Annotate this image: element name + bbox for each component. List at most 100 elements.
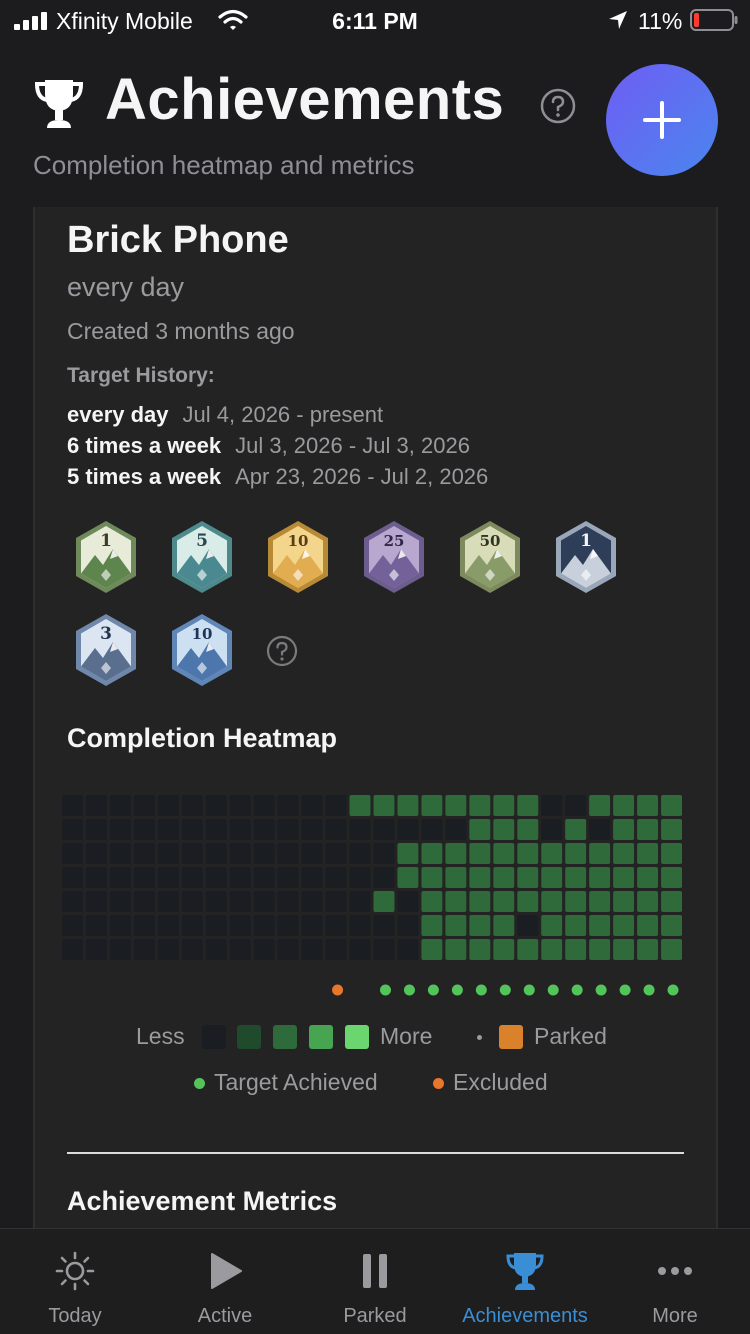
tab-today[interactable]: Today [0, 1229, 150, 1334]
heatmap-cell[interactable] [133, 795, 155, 816]
heatmap-cell[interactable] [517, 867, 539, 888]
heatmap-cell[interactable] [325, 843, 347, 864]
heatmap-cell[interactable] [109, 891, 131, 912]
heatmap-cell[interactable] [349, 939, 371, 960]
heatmap-cell[interactable] [661, 795, 682, 816]
heatmap-cell[interactable] [445, 891, 467, 912]
heatmap-cell[interactable] [373, 843, 395, 864]
heatmap-cell[interactable] [421, 915, 443, 936]
heatmap-cell[interactable] [229, 891, 251, 912]
heatmap-cell[interactable] [469, 843, 491, 864]
heatmap-cell[interactable] [157, 795, 179, 816]
heatmap-cell[interactable] [349, 915, 371, 936]
heatmap-cell[interactable] [253, 939, 275, 960]
add-button[interactable] [606, 64, 718, 176]
tab-achievements[interactable]: Achievements [450, 1229, 600, 1334]
heatmap-cell[interactable] [62, 915, 83, 936]
achievement-badge[interactable]: 1 [553, 519, 619, 595]
heatmap-cell[interactable] [421, 939, 443, 960]
heatmap-cell[interactable] [613, 891, 635, 912]
heatmap-cell[interactable] [229, 915, 251, 936]
heatmap-cell[interactable] [637, 843, 659, 864]
heatmap-cell[interactable] [445, 843, 467, 864]
heatmap-cell[interactable] [445, 915, 467, 936]
heatmap-cell[interactable] [421, 795, 443, 816]
heatmap-cell[interactable] [661, 891, 682, 912]
heatmap-cell[interactable] [517, 843, 539, 864]
heatmap-cell[interactable] [157, 843, 179, 864]
heatmap-cell[interactable] [277, 867, 299, 888]
heatmap-cell[interactable] [109, 939, 131, 960]
heatmap-cell[interactable] [565, 795, 587, 816]
heatmap-cell[interactable] [373, 819, 395, 840]
heatmap-cell[interactable] [133, 891, 155, 912]
heatmap-cell[interactable] [493, 819, 515, 840]
heatmap-cell[interactable] [325, 795, 347, 816]
heatmap-cell[interactable] [565, 843, 587, 864]
heatmap-cell[interactable] [157, 915, 179, 936]
heatmap-cell[interactable] [229, 867, 251, 888]
heatmap-cell[interactable] [277, 915, 299, 936]
heatmap-cell[interactable] [181, 867, 203, 888]
heatmap-cell[interactable] [421, 891, 443, 912]
heatmap-cell[interactable] [517, 795, 539, 816]
heatmap-cell[interactable] [637, 891, 659, 912]
heatmap-cell[interactable] [181, 843, 203, 864]
heatmap-cell[interactable] [181, 819, 203, 840]
heatmap-cell[interactable] [133, 867, 155, 888]
heatmap-cell[interactable] [85, 843, 107, 864]
heatmap-cell[interactable] [541, 819, 563, 840]
heatmap-cell[interactable] [637, 819, 659, 840]
heatmap-cell[interactable] [349, 843, 371, 864]
heatmap-cell[interactable] [181, 939, 203, 960]
heatmap-cell[interactable] [157, 867, 179, 888]
heatmap-cell[interactable] [469, 867, 491, 888]
heatmap-cell[interactable] [517, 915, 539, 936]
heatmap-cell[interactable] [85, 867, 107, 888]
heatmap-cell[interactable] [301, 939, 323, 960]
heatmap-cell[interactable] [565, 891, 587, 912]
heatmap-cell[interactable] [325, 915, 347, 936]
heatmap-cell[interactable] [62, 819, 83, 840]
heatmap-cell[interactable] [157, 939, 179, 960]
heatmap-cell[interactable] [205, 867, 227, 888]
heatmap-cell[interactable] [613, 843, 635, 864]
heatmap-cell[interactable] [637, 795, 659, 816]
achievement-badge[interactable]: 50 [457, 519, 523, 595]
heatmap-cell[interactable] [445, 939, 467, 960]
heatmap-cell[interactable] [589, 915, 611, 936]
heatmap-cell[interactable] [229, 795, 251, 816]
heatmap-cell[interactable] [133, 819, 155, 840]
heatmap-cell[interactable] [613, 915, 635, 936]
heatmap-cell[interactable] [253, 891, 275, 912]
heatmap-cell[interactable] [181, 795, 203, 816]
heatmap-cell[interactable] [301, 915, 323, 936]
heatmap-cell[interactable] [229, 939, 251, 960]
help-icon[interactable] [540, 88, 576, 124]
heatmap-cell[interactable] [205, 915, 227, 936]
heatmap-cell[interactable] [277, 939, 299, 960]
heatmap-cell[interactable] [109, 867, 131, 888]
heatmap-cell[interactable] [133, 939, 155, 960]
heatmap-cell[interactable] [541, 843, 563, 864]
heatmap-cell[interactable] [637, 939, 659, 960]
heatmap-cell[interactable] [277, 795, 299, 816]
heatmap-cell[interactable] [62, 843, 83, 864]
heatmap-cell[interactable] [589, 867, 611, 888]
heatmap-cell[interactable] [421, 819, 443, 840]
heatmap-cell[interactable] [349, 867, 371, 888]
heatmap-cell[interactable] [589, 819, 611, 840]
heatmap-cell[interactable] [229, 843, 251, 864]
heatmap-cell[interactable] [301, 891, 323, 912]
heatmap-cell[interactable] [373, 915, 395, 936]
heatmap-cell[interactable] [493, 939, 515, 960]
heatmap-cell[interactable] [373, 867, 395, 888]
heatmap-cell[interactable] [493, 891, 515, 912]
heatmap-cell[interactable] [397, 819, 419, 840]
heatmap-cell[interactable] [661, 939, 682, 960]
tab-more[interactable]: More [600, 1229, 750, 1334]
heatmap-cell[interactable] [301, 795, 323, 816]
heatmap-cell[interactable] [205, 891, 227, 912]
heatmap-cell[interactable] [373, 891, 395, 912]
heatmap-cell[interactable] [62, 795, 83, 816]
